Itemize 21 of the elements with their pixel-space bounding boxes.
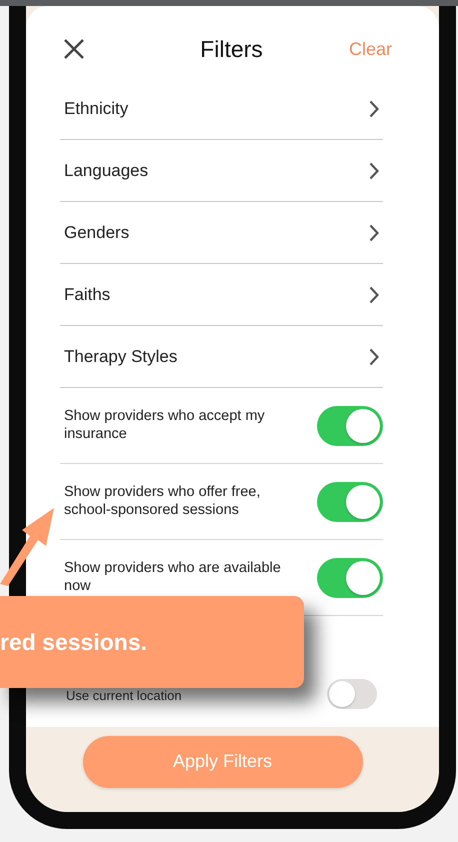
filter-category[interactable]: Ethnicity	[64, 98, 128, 118]
toggle-label: Show providers who offer free, school-sponsored sessions	[64, 484, 262, 519]
toggle-switch[interactable]	[317, 406, 383, 446]
toggle-switch[interactable]	[317, 558, 383, 598]
filter-category[interactable]: Therapy Styles	[64, 346, 178, 366]
filter-category[interactable]: Languages	[64, 160, 148, 180]
toggle-label: Show providers who are available now	[64, 560, 282, 595]
callout-text: red sessions.	[0, 628, 148, 656]
filter-category[interactable]: Faiths	[64, 284, 110, 304]
toggle-label: Use current location	[66, 688, 182, 703]
filter-category[interactable]: Genders	[64, 222, 130, 242]
toggle-switch[interactable]	[327, 679, 377, 709]
close-icon[interactable]	[64, 39, 84, 59]
chevron-icon[interactable]	[369, 162, 379, 180]
screen-title: Filters	[200, 36, 263, 62]
toggle-label: Show providers who accept my insurance	[64, 408, 266, 443]
toggle-switch[interactable]	[317, 482, 383, 522]
chevron-icon[interactable]	[369, 100, 379, 118]
chevron-icon[interactable]	[369, 224, 379, 242]
chevron-icon[interactable]	[369, 348, 379, 366]
chevron-icon[interactable]	[369, 286, 379, 304]
